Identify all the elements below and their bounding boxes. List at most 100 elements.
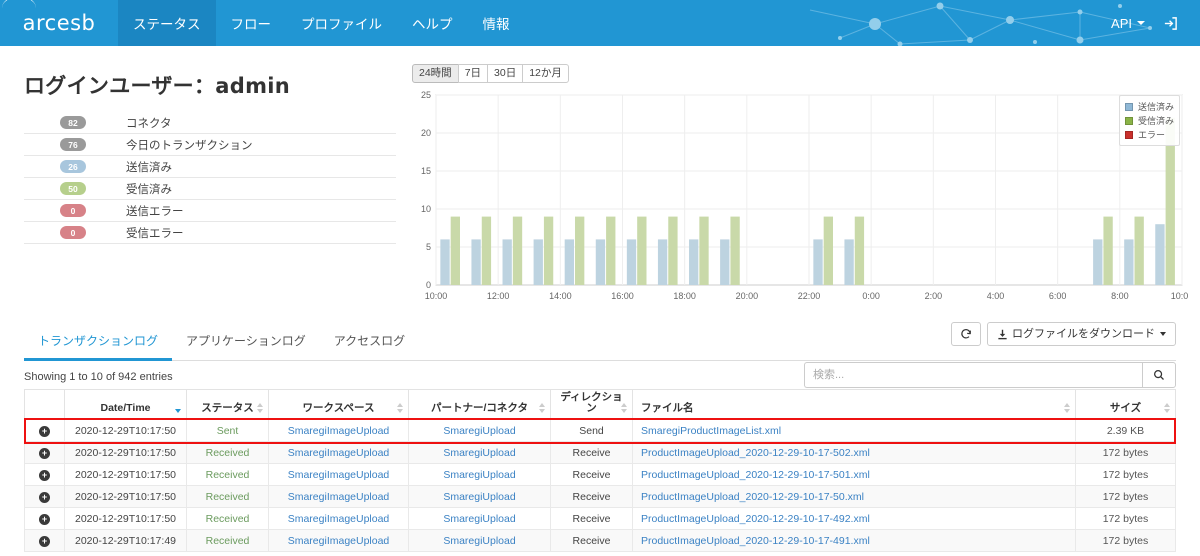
cell-filename[interactable]: ProductImageUpload_2020-12-29-10-17-502.… [633, 442, 1076, 464]
nav-item-help[interactable]: ヘルプ [397, 0, 468, 46]
nav-item-status[interactable]: ステータス [118, 0, 216, 46]
stat-row-today-transactions[interactable]: 76 今日のトランザクション [24, 134, 396, 156]
cell-status: Received [187, 508, 269, 530]
cell-workspace[interactable]: SmaregiImageUpload [269, 420, 409, 442]
log-tabs-section: トランザクションログ アプリケーションログ アクセスログ ログファイルをダウンロ… [0, 318, 1200, 361]
cell-partner[interactable]: SmaregiUpload [409, 442, 551, 464]
transaction-log-table-region: Date/Time ステータス ワークスペース パートナー/コネクタ ディレクシ… [0, 389, 1200, 552]
refresh-button[interactable] [951, 322, 981, 346]
svg-text:2:00: 2:00 [925, 291, 943, 301]
cell-workspace[interactable]: SmaregiImageUpload [269, 442, 409, 464]
cell-partner[interactable]: SmaregiUpload [409, 420, 551, 442]
table-row[interactable]: +2020-12-29T10:17:50SentSmaregiImageUplo… [25, 420, 1176, 442]
cell-partner[interactable]: SmaregiUpload [409, 508, 551, 530]
th-label: ワークスペース [303, 402, 375, 414]
legend-label: 受信済み [1138, 114, 1174, 127]
cell-size: 172 bytes [1076, 486, 1176, 508]
tab-transaction-log[interactable]: トランザクションログ [24, 324, 172, 361]
table-row[interactable]: +2020-12-29T10:17:50ReceivedSmaregiImage… [25, 486, 1176, 508]
cell-workspace[interactable]: SmaregiImageUpload [269, 486, 409, 508]
table-row[interactable]: +2020-12-29T10:17:50ReceivedSmaregiImage… [25, 464, 1176, 486]
range-button-12m[interactable]: 12か月 [522, 64, 569, 83]
sort-indicator [175, 409, 181, 413]
cell-workspace[interactable]: SmaregiImageUpload [269, 508, 409, 530]
download-icon [997, 329, 1008, 340]
th-size[interactable]: サイズ [1076, 390, 1176, 420]
svg-text:14:00: 14:00 [549, 291, 572, 301]
sort-asc-icon [539, 403, 545, 407]
cell-workspace[interactable]: SmaregiImageUpload [269, 530, 409, 552]
nav-item-info[interactable]: 情報 [468, 0, 525, 46]
logout-icon[interactable] [1157, 16, 1184, 31]
th-status[interactable]: ステータス [187, 390, 269, 420]
sort-asc-icon [1164, 403, 1170, 407]
expand-row-icon[interactable]: + [39, 470, 50, 481]
expand-row-icon[interactable]: + [39, 514, 50, 525]
table-row[interactable]: +2020-12-29T10:17:50ReceivedSmaregiImage… [25, 442, 1176, 464]
sort-indicator [257, 403, 263, 413]
stats-list: 82 コネクタ 76 今日のトランザクション 26 送信済み 50 受信済み 0… [24, 112, 396, 244]
expand-cell[interactable]: + [25, 508, 65, 530]
download-log-button[interactable]: ログファイルをダウンロード [987, 322, 1176, 346]
tab-application-log[interactable]: アプリケーションログ [172, 324, 320, 361]
expand-row-icon[interactable]: + [39, 536, 50, 547]
expand-cell[interactable]: + [25, 530, 65, 552]
range-button-30d[interactable]: 30日 [487, 64, 523, 83]
stat-row-receive-errors[interactable]: 0 受信エラー [24, 222, 396, 244]
sort-desc-icon [175, 409, 181, 413]
expand-cell[interactable]: + [25, 420, 65, 442]
sort-asc-icon [257, 403, 263, 407]
th-direction[interactable]: ディレクション [551, 390, 633, 420]
page-title: ログインユーザー：admin [24, 70, 396, 100]
expand-cell[interactable]: + [25, 486, 65, 508]
cell-partner[interactable]: SmaregiUpload [409, 530, 551, 552]
cell-direction: Receive [551, 464, 633, 486]
stat-row-received[interactable]: 50 受信済み [24, 178, 396, 200]
table-row[interactable]: +2020-12-29T10:17:49ReceivedSmaregiImage… [25, 530, 1176, 552]
range-button-24h[interactable]: 24時間 [412, 64, 459, 83]
svg-text:6:00: 6:00 [1049, 291, 1067, 301]
stat-badge: 0 [60, 226, 86, 239]
nav-label: フロー [231, 13, 272, 33]
tab-access-log[interactable]: アクセスログ [320, 324, 419, 361]
cell-workspace[interactable]: SmaregiImageUpload [269, 464, 409, 486]
table-row[interactable]: +2020-12-29T10:17:50ReceivedSmaregiImage… [25, 508, 1176, 530]
nav-label: プロファイル [301, 13, 382, 33]
cell-size: 172 bytes [1076, 442, 1176, 464]
cell-filename[interactable]: ProductImageUpload_2020-12-29-10-17-50.x… [633, 486, 1076, 508]
sort-indicator [621, 403, 627, 413]
expand-row-icon[interactable]: + [39, 492, 50, 503]
search-button[interactable] [1142, 362, 1176, 388]
search-input[interactable] [804, 362, 1142, 388]
range-button-7d[interactable]: 7日 [458, 64, 488, 83]
cell-status: Received [187, 464, 269, 486]
api-label: API [1111, 16, 1132, 31]
expand-cell[interactable]: + [25, 464, 65, 486]
brand-name: arcesb [23, 11, 96, 35]
cell-filename[interactable]: ProductImageUpload_2020-12-29-10-17-501.… [633, 464, 1076, 486]
cell-partner[interactable]: SmaregiUpload [409, 486, 551, 508]
cell-status: Received [187, 530, 269, 552]
stat-row-connectors[interactable]: 82 コネクタ [24, 112, 396, 134]
cell-partner[interactable]: SmaregiUpload [409, 464, 551, 486]
expand-row-icon[interactable]: + [39, 426, 50, 437]
stat-row-send-errors[interactable]: 0 送信エラー [24, 200, 396, 222]
nav-item-profile[interactable]: プロファイル [286, 0, 397, 46]
th-partner-connector[interactable]: パートナー/コネクタ [409, 390, 551, 420]
th-label: ディレクション [560, 391, 622, 414]
cell-filename[interactable]: SmaregiProductImageList.xml [633, 420, 1076, 442]
th-workspace[interactable]: ワークスペース [269, 390, 409, 420]
stat-label: 受信エラー [126, 225, 184, 241]
api-dropdown[interactable]: API [1099, 16, 1157, 31]
cell-filename[interactable]: ProductImageUpload_2020-12-29-10-17-492.… [633, 508, 1076, 530]
cell-direction: Receive [551, 486, 633, 508]
brand-logo[interactable]: arcesb [0, 0, 118, 46]
expand-row-icon[interactable]: + [39, 448, 50, 459]
expand-cell[interactable]: + [25, 442, 65, 464]
cell-filename[interactable]: ProductImageUpload_2020-12-29-10-17-491.… [633, 530, 1076, 552]
th-datetime[interactable]: Date/Time [65, 390, 187, 420]
stat-row-sent[interactable]: 26 送信済み [24, 156, 396, 178]
th-filename[interactable]: ファイル名 [633, 390, 1076, 420]
nav-item-flow[interactable]: フロー [216, 0, 287, 46]
stat-label: 今日のトランザクション [126, 137, 253, 153]
